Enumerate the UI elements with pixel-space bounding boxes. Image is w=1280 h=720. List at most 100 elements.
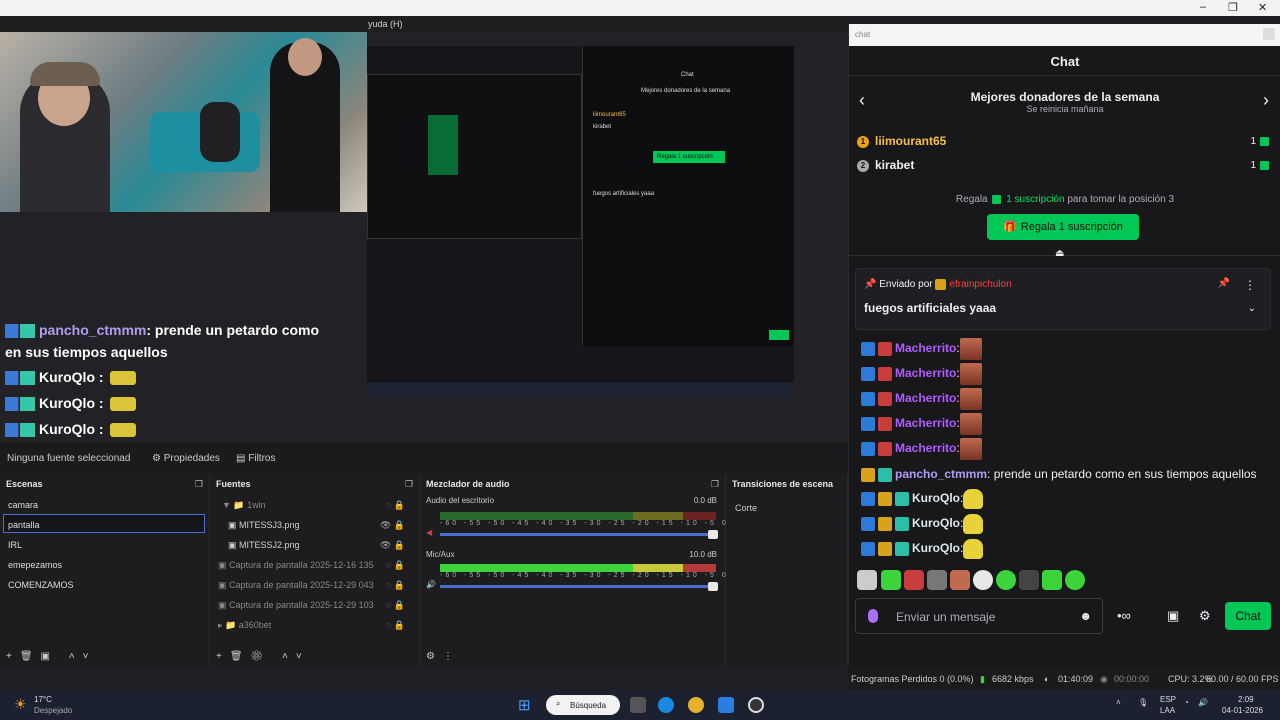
sub-badge-icon: [895, 516, 909, 531]
emote-icon[interactable]: [1065, 570, 1085, 590]
pin-icon[interactable]: 📌: [1218, 278, 1230, 289]
donor-row-2[interactable]: 2 kirabet: [857, 158, 914, 172]
visibility-lock-icons[interactable]: ◌ 🔒: [386, 500, 405, 511]
pinned-by-user[interactable]: efrainpichulon: [949, 279, 1011, 290]
chat-username[interactable]: Macherrito: [895, 366, 956, 380]
edge-icon[interactable]: [658, 697, 674, 713]
overlay-username: KuroQlo :: [39, 369, 104, 385]
desktop-mute-icon[interactable]: ◀: [426, 528, 432, 537]
visibility-lock-icons[interactable]: ◌ 🔒: [386, 560, 405, 571]
emote-icon[interactable]: [1042, 570, 1062, 590]
maximize-button[interactable]: ❐: [1228, 1, 1238, 14]
close-button[interactable]: ✕: [1258, 1, 1267, 14]
infinity-icon[interactable]: •∞: [1117, 608, 1131, 623]
chat-username[interactable]: Macherrito: [895, 441, 956, 455]
pikachu-emote-icon[interactable]: [963, 488, 984, 509]
gift-prefix: Regala: [955, 194, 988, 205]
emote-icon[interactable]: [857, 570, 877, 590]
source-item-1win[interactable]: ▼ 📁 1win: [222, 500, 266, 511]
scene-item-camara[interactable]: camara: [8, 500, 38, 510]
windows-start-icon[interactable]: ⊞: [518, 696, 531, 714]
gear-icon[interactable]: ⚙: [1199, 608, 1211, 624]
clock-date[interactable]: 04-01-2026: [1222, 706, 1263, 715]
scene-item-irl[interactable]: IRL: [8, 540, 22, 550]
task-view-icon[interactable]: [630, 697, 646, 713]
source-item-capture-2[interactable]: ▣ Captura de pantalla 2025-12-29 043: [218, 580, 374, 591]
chat-message-input[interactable]: Enviar un mensaje ☻: [855, 598, 1103, 634]
chat-username[interactable]: KuroQlo: [912, 516, 960, 530]
scenes-toolbar[interactable]: +🗑▣ ˄˅: [6, 651, 96, 662]
weather-icon[interactable]: ☀: [14, 696, 27, 713]
sources-toolbar[interactable]: +🗑⚙ ˄˅: [216, 651, 310, 662]
menu-help[interactable]: yuda (H): [368, 19, 403, 29]
emote-icon[interactable]: [904, 570, 924, 590]
microphone-icon[interactable]: 🎙: [1138, 698, 1148, 707]
desktop-volume-slider[interactable]: [440, 530, 718, 539]
chat-username[interactable]: Macherrito: [895, 391, 956, 405]
language-1[interactable]: ESP: [1160, 695, 1176, 704]
taskbar-search[interactable]: ⌕ Búsqueda: [546, 695, 620, 715]
emote-icon[interactable]: [950, 570, 970, 590]
chat-username[interactable]: Macherrito: [895, 416, 956, 430]
collapse-icon[interactable]: ⏏: [1055, 248, 1064, 259]
tray-chevron-icon[interactable]: ˄: [1116, 698, 1121, 707]
face-emote-icon[interactable]: [959, 438, 982, 460]
donor-row-1[interactable]: 1 liimourant65: [857, 134, 946, 148]
scene-item-emepezamos[interactable]: emepezamos: [8, 560, 62, 570]
emote-icon[interactable]: [927, 570, 947, 590]
chat-username[interactable]: KuroQlo: [912, 491, 960, 505]
chat-username[interactable]: Macherrito: [895, 341, 956, 355]
emote-icon[interactable]: [881, 570, 901, 590]
filters-button[interactable]: ▤ Filtros: [236, 453, 275, 464]
chevron-down-icon[interactable]: ⌄: [1248, 303, 1256, 314]
source-item-capture-3[interactable]: ▣ Captura de pantalla 2025-12-29 103: [218, 600, 374, 611]
close-icon[interactable]: [1263, 28, 1275, 40]
pikachu-emote-icon[interactable]: [963, 538, 984, 559]
notepad-icon[interactable]: [718, 697, 734, 713]
face-emote-icon[interactable]: [959, 413, 982, 435]
mic-volume-slider[interactable]: [440, 582, 718, 591]
chat-username[interactable]: pancho_ctmmm: [895, 467, 987, 481]
wifi-icon[interactable]: ◔: [1184, 698, 1189, 707]
face-emote-icon[interactable]: [959, 388, 982, 410]
scene-item-comenzamos[interactable]: COMENZAMOS: [8, 580, 74, 590]
dock-float-icon[interactable]: ❐: [195, 479, 203, 490]
emote-icon[interactable]: [1019, 570, 1039, 590]
visibility-lock-icons[interactable]: 👁 🔒: [380, 520, 405, 531]
gift-icon[interactable]: ▣: [1167, 608, 1179, 624]
volume-icon[interactable]: 🔊: [1198, 698, 1208, 707]
pikachu-emote-icon[interactable]: [963, 513, 984, 534]
scene-item-pantalla[interactable]: pantalla: [8, 520, 40, 530]
more-options-icon[interactable]: ⋮: [1244, 278, 1256, 292]
emote-icon[interactable]: [973, 570, 993, 590]
emote-icon[interactable]: [996, 570, 1016, 590]
send-chat-button[interactable]: Chat: [1225, 602, 1271, 630]
obs-icon[interactable]: [748, 697, 764, 713]
face-emote-icon[interactable]: [959, 363, 982, 385]
language-2[interactable]: LAA: [1160, 706, 1175, 715]
properties-button[interactable]: ⚙ Propiedades: [152, 453, 220, 464]
mic-icon[interactable]: [868, 609, 878, 623]
obs-preview[interactable]: Chat Mejores donadores de la semana liim…: [0, 32, 848, 442]
emoji-picker-icon[interactable]: ☻: [1079, 609, 1092, 623]
visibility-lock-icons[interactable]: ◌ 🔒: [386, 600, 405, 611]
clock-time[interactable]: 2:09: [1238, 695, 1254, 704]
source-item-a360bet[interactable]: ▸ 📁 a360bet: [218, 620, 271, 631]
gift-subscription-button[interactable]: 🎁 Regala 1 suscripción: [987, 214, 1139, 240]
visibility-lock-icons[interactable]: ◌ 🔒: [386, 620, 405, 631]
chrome-icon[interactable]: [688, 697, 704, 713]
dock-float-icon[interactable]: ❐: [711, 479, 719, 490]
source-item-capture-1[interactable]: ▣ Captura de pantalla 2025-12-16 135: [218, 560, 374, 571]
transition-select[interactable]: Corte: [735, 503, 757, 513]
dock-float-icon[interactable]: ❐: [405, 479, 413, 490]
chat-username[interactable]: KuroQlo: [912, 541, 960, 555]
visibility-lock-icons[interactable]: 👁 🔒: [380, 540, 405, 551]
source-item-mitessj2[interactable]: ▣ MITESSJ2.png: [228, 540, 300, 551]
visibility-lock-icons[interactable]: ◌ 🔒: [386, 580, 405, 591]
minimize-button[interactable]: –: [1200, 1, 1206, 13]
mixer-toolbar[interactable]: ⚙⋮: [426, 651, 461, 662]
face-emote-icon[interactable]: [959, 338, 982, 360]
chat-url-bar[interactable]: chat: [849, 24, 1280, 46]
mic-speaker-icon[interactable]: 🔊: [426, 580, 436, 589]
source-item-mitessj3[interactable]: ▣ MITESSJ3.png: [228, 520, 300, 531]
